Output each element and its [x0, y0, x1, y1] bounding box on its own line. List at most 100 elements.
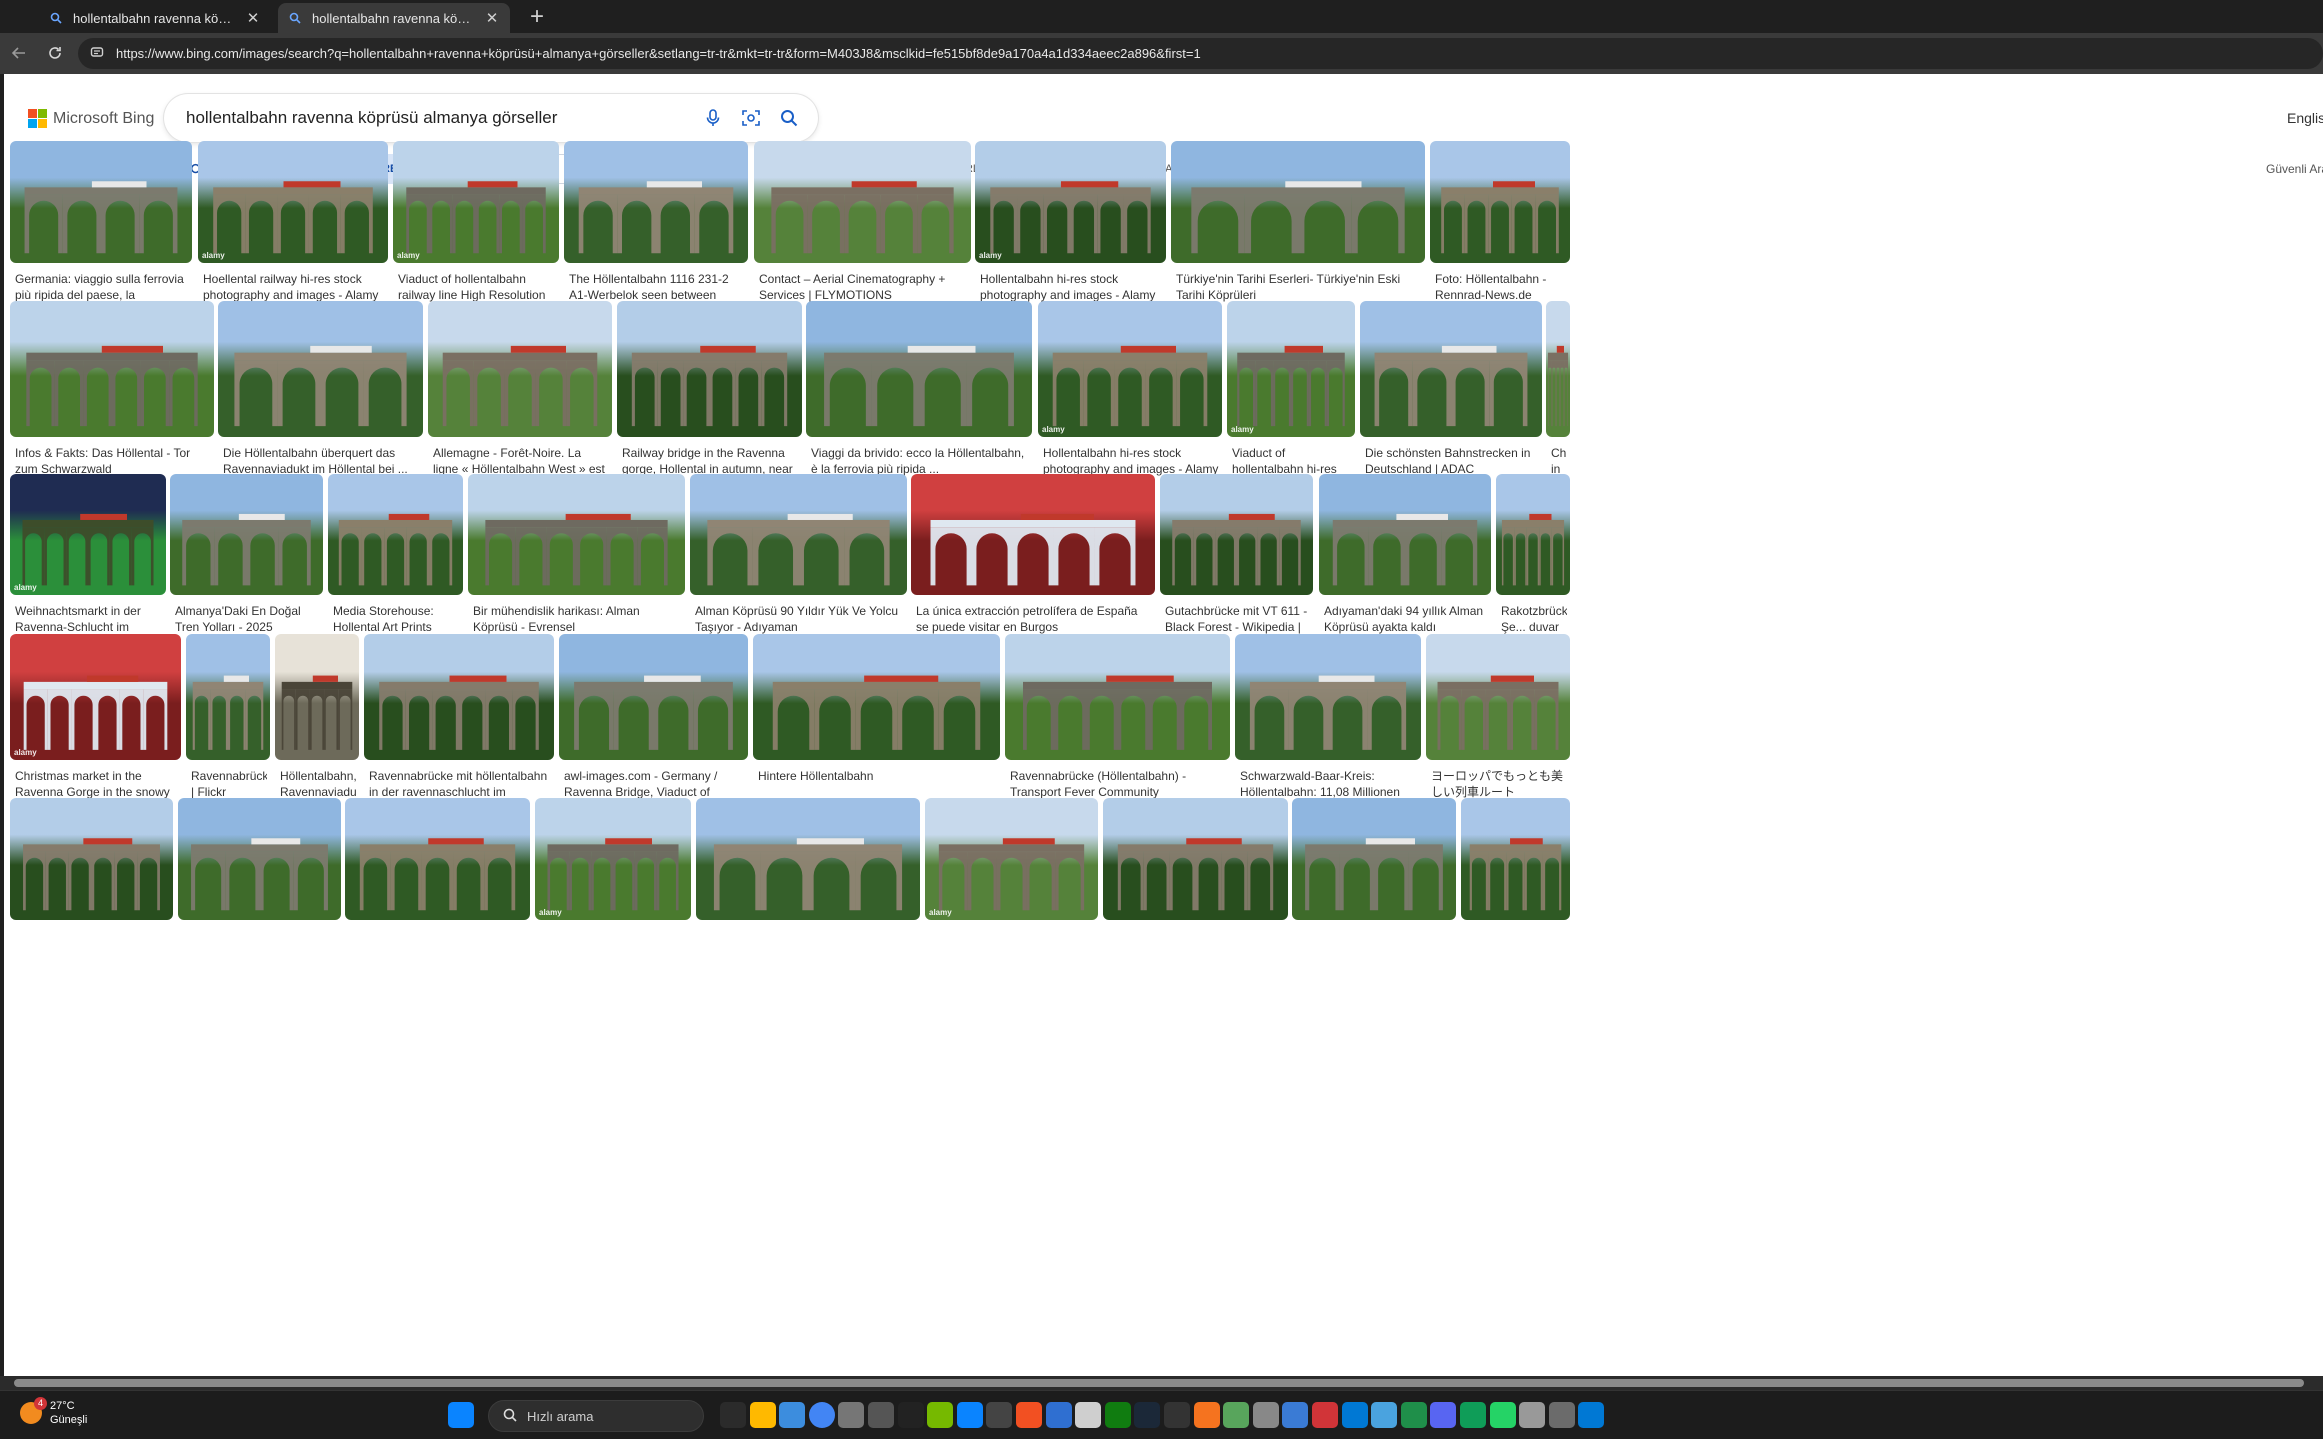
result-caption[interactable]: Ravennabrücke mit höllentalbahn in der r…	[369, 768, 551, 802]
result-thumbnail[interactable]	[559, 634, 748, 760]
windows-start-icon[interactable]	[448, 1402, 474, 1428]
steam-icon[interactable]	[1134, 1402, 1161, 1428]
result-thumbnail[interactable]	[1426, 634, 1570, 760]
result-thumbnail[interactable]: alamy	[1038, 301, 1222, 437]
result-caption[interactable]: The Höllentalbahn 1116 231-2 A1-Werbelok…	[569, 271, 745, 305]
xbox-icon[interactable]	[1104, 1402, 1131, 1428]
result-thumbnail[interactable]	[1546, 301, 1570, 437]
app-icon[interactable]	[1016, 1402, 1042, 1428]
result-thumbnail[interactable]	[345, 798, 530, 920]
result-caption[interactable]: Alman Köprüsü 90 Yıldır Yük Ve Yolcu Taş…	[695, 603, 904, 637]
microsoft-store-icon[interactable]	[779, 1402, 806, 1428]
result-thumbnail[interactable]	[1430, 141, 1570, 263]
file-explorer-icon[interactable]	[749, 1402, 776, 1428]
calculator-icon[interactable]	[1400, 1402, 1427, 1428]
result-thumbnail[interactable]	[10, 301, 214, 437]
app-icon[interactable]	[1489, 1402, 1516, 1428]
safe-search-link[interactable]: Güvenli Arama	[2266, 162, 2323, 176]
result-caption[interactable]: Viaduct of hollentalbahn railway line Hi…	[398, 271, 556, 305]
result-thumbnail[interactable]	[1160, 474, 1313, 595]
app-icon[interactable]	[1282, 1402, 1309, 1428]
result-thumbnail[interactable]: alamy	[10, 634, 181, 760]
result-thumbnail[interactable]	[178, 798, 341, 920]
horizontal-scrollbar[interactable]	[0, 1376, 2323, 1390]
result-caption[interactable]: Foto: Höllentalbahn - Rennrad-News.de	[1435, 271, 1567, 305]
close-tab-icon[interactable]: ✕	[245, 9, 261, 27]
result-caption[interactable]: Ravennabrücke | Flickr	[191, 768, 267, 802]
settings-gear-icon[interactable]	[1252, 1402, 1279, 1428]
app-icon[interactable]	[1430, 1402, 1457, 1428]
discord-icon[interactable]	[1519, 1402, 1546, 1428]
browser-tab-active[interactable]: hollentalbahn ravenna köprüsü almanya gö…	[278, 3, 510, 33]
cortana-icon[interactable]	[956, 1402, 983, 1428]
result-thumbnail[interactable]	[911, 474, 1155, 595]
taskbar-search[interactable]: Hızlı arama	[488, 1400, 704, 1432]
result-caption[interactable]: Almanya'Daki En Doğal Tren Yolları - 202…	[175, 603, 320, 637]
result-thumbnail[interactable]	[1292, 798, 1456, 920]
result-caption[interactable]: Christmas market in the Ravenna Gorge in…	[15, 768, 178, 802]
result-thumbnail[interactable]	[468, 474, 685, 595]
result-thumbnail[interactable]	[170, 474, 323, 595]
result-thumbnail[interactable]	[10, 798, 173, 920]
result-thumbnail[interactable]	[328, 474, 463, 595]
nvidia-icon[interactable]	[927, 1402, 954, 1428]
new-tab-icon[interactable]: +	[530, 5, 544, 29]
result-thumbnail[interactable]	[1235, 634, 1421, 760]
ea-icon[interactable]	[1193, 1402, 1220, 1428]
result-caption[interactable]: Media Storehouse: Hollental Art Prints C…	[333, 603, 460, 637]
scrollbar-thumb[interactable]	[14, 1379, 2304, 1387]
result-thumbnail[interactable]: alamy	[925, 798, 1098, 920]
epic-games-icon[interactable]	[1164, 1402, 1190, 1428]
weather-widget[interactable]: 4 27°C Güneşli	[20, 1397, 87, 1427]
browser-tab[interactable]: hollentalbahn ravenna köprüsü almanya gö…	[39, 3, 271, 33]
result-thumbnail[interactable]: alamy	[393, 141, 559, 263]
result-thumbnail[interactable]: alamy	[10, 474, 166, 595]
result-thumbnail[interactable]	[1103, 798, 1288, 920]
edge-icon[interactable]	[1578, 1402, 1605, 1428]
search-box[interactable]: hollentalbahn ravenna köprüsü almanya gö…	[164, 94, 818, 142]
result-thumbnail[interactable]	[1171, 141, 1425, 263]
app-icon[interactable]	[1223, 1402, 1250, 1428]
result-thumbnail[interactable]	[754, 141, 971, 263]
app-icon[interactable]	[1045, 1402, 1072, 1428]
result-caption[interactable]: Gutachbrücke mit VT 611 - Black Forest -…	[1165, 603, 1310, 637]
result-thumbnail[interactable]: alamy	[1227, 301, 1355, 437]
result-caption[interactable]: Schwarzwald-Baar-Kreis: Höllentalbahn: 1…	[1240, 768, 1418, 802]
result-thumbnail[interactable]	[1496, 474, 1570, 595]
result-caption[interactable]: Bir mühendislik harikası: Alman Köprüsü …	[473, 603, 682, 637]
bing-logo[interactable]: Microsoft Bing	[28, 109, 154, 128]
search-input[interactable]: hollentalbahn ravenna köprüsü almanya gö…	[186, 108, 698, 128]
result-caption[interactable]: Germania: viaggio sulla ferrovia più rip…	[15, 271, 189, 305]
result-caption[interactable]: ヨーロッパでもっとも美しい列車ルート	[1431, 768, 1567, 802]
kaspersky-icon[interactable]	[1460, 1402, 1486, 1428]
result-caption[interactable]: awl-images.com - Germany / Ravenna Bridg…	[564, 768, 745, 802]
app-icon[interactable]	[897, 1402, 924, 1428]
result-caption[interactable]: Weihnachtsmarkt in der Ravenna-Schlucht …	[15, 603, 163, 637]
microphone-icon[interactable]	[698, 103, 728, 133]
result-thumbnail[interactable]	[186, 634, 270, 760]
result-thumbnail[interactable]	[1005, 634, 1230, 760]
result-thumbnail[interactable]	[428, 301, 612, 437]
chrome-icon[interactable]	[808, 1402, 835, 1428]
whatsapp-icon[interactable]	[1548, 1402, 1575, 1428]
result-caption[interactable]: Adıyaman'daki 94 yıllık Alman Köprüsü ay…	[1324, 603, 1488, 637]
close-tab-icon[interactable]: ✕	[484, 9, 500, 27]
result-caption[interactable]: La única extracción petrolífera de Españ…	[916, 603, 1152, 637]
search-icon[interactable]	[774, 103, 804, 133]
result-thumbnail[interactable]	[1319, 474, 1491, 595]
outlook-icon[interactable]	[1341, 1402, 1368, 1428]
site-info-icon[interactable]	[90, 45, 104, 62]
result-thumbnail[interactable]	[10, 141, 192, 263]
result-caption[interactable]: Höllentalbahn, Ravennaviadukt ...	[280, 768, 356, 802]
result-thumbnail[interactable]	[1461, 798, 1570, 920]
address-bar[interactable]: https://www.bing.com/images/search?q=hol…	[78, 38, 2323, 69]
photos-icon[interactable]	[1371, 1402, 1398, 1428]
result-thumbnail[interactable]	[617, 301, 802, 437]
result-thumbnail[interactable]	[364, 634, 554, 760]
settings-icon[interactable]	[838, 1402, 865, 1428]
app-icon[interactable]	[1075, 1402, 1102, 1428]
result-thumbnail[interactable]	[753, 634, 1000, 760]
result-thumbnail[interactable]: alamy	[198, 141, 388, 263]
result-thumbnail[interactable]	[218, 301, 423, 437]
result-thumbnail[interactable]	[696, 798, 920, 920]
